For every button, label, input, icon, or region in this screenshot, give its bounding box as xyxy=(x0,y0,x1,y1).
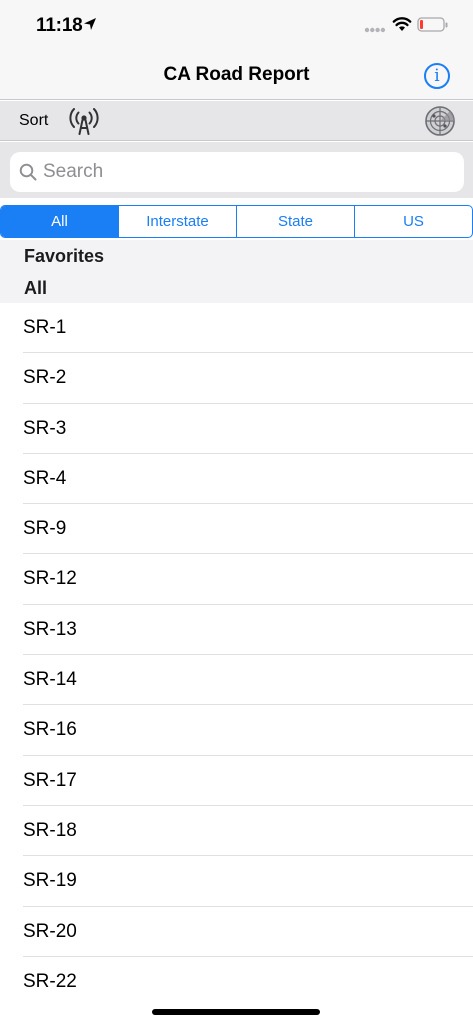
tab-all[interactable]: All xyxy=(1,206,118,237)
list-item[interactable]: SR-17 xyxy=(23,756,473,806)
list-item[interactable]: SR-1 xyxy=(23,303,473,354)
road-label: SR-17 xyxy=(23,769,77,791)
section-header-all: All xyxy=(24,278,48,298)
toolbar: Sort xyxy=(0,101,473,141)
road-label: SR-12 xyxy=(23,568,77,590)
list-item[interactable]: SR-14 xyxy=(23,655,473,706)
page-title: CA Road Report xyxy=(163,64,310,85)
list-item[interactable]: SR-2 xyxy=(23,353,473,404)
wifi-icon xyxy=(392,17,412,31)
tab-state[interactable]: State xyxy=(236,206,354,237)
road-label: SR-1 xyxy=(23,317,67,338)
navigation-bar: CA Road Report i xyxy=(0,52,473,100)
list-item[interactable]: SR-18 xyxy=(23,806,473,857)
home-indicator[interactable] xyxy=(152,1009,320,1015)
filter-segmented-control: All Interstate State US xyxy=(0,205,473,238)
road-label: SR-14 xyxy=(23,669,77,691)
road-label: SR-18 xyxy=(23,819,77,841)
tab-interstate[interactable]: Interstate xyxy=(118,206,236,237)
tab-us[interactable]: US xyxy=(354,206,472,237)
road-label: SR-16 xyxy=(23,719,77,741)
road-label: SR-22 xyxy=(23,970,77,992)
signal-dots-icon xyxy=(364,27,386,33)
road-label: SR-19 xyxy=(23,870,77,892)
antenna-signal-icon[interactable] xyxy=(67,106,101,136)
list-item[interactable]: SR-4 xyxy=(23,454,473,505)
list-item[interactable]: SR-19 xyxy=(23,856,473,907)
info-icon: i xyxy=(434,66,440,86)
search-input[interactable] xyxy=(43,152,453,192)
road-list: SR-1 SR-2 SR-3 SR-4 SR-9 SR-12 SR-13 SR-… xyxy=(0,303,473,1007)
section-header-favorites: Favorites xyxy=(24,246,105,266)
road-label: SR-2 xyxy=(23,367,67,389)
section-headers: Favorites All xyxy=(0,240,473,303)
road-label: SR-13 xyxy=(23,618,77,640)
search-icon xyxy=(19,163,37,181)
battery-low-icon xyxy=(417,17,448,32)
road-label: SR-4 xyxy=(23,467,67,489)
search-area xyxy=(0,142,473,198)
search-box[interactable] xyxy=(10,152,464,192)
list-item[interactable]: SR-13 xyxy=(23,605,473,656)
road-label: SR-9 xyxy=(23,518,67,540)
sort-button[interactable]: Sort xyxy=(19,112,48,130)
radar-icon[interactable] xyxy=(423,105,457,137)
list-item[interactable]: SR-12 xyxy=(23,554,473,605)
status-bar: 11:18 xyxy=(0,0,473,52)
road-label: SR-20 xyxy=(23,920,77,942)
status-time: 11:18 xyxy=(36,15,83,36)
list-item[interactable]: SR-22 xyxy=(23,957,473,1007)
info-button[interactable]: i xyxy=(424,63,450,89)
list-item[interactable]: SR-20 xyxy=(23,907,473,957)
road-label: SR-3 xyxy=(23,417,67,439)
list-item[interactable]: SR-3 xyxy=(23,404,473,454)
location-arrow-icon xyxy=(84,18,96,30)
list-item[interactable]: SR-16 xyxy=(23,705,473,756)
list-item[interactable]: SR-9 xyxy=(23,504,473,555)
